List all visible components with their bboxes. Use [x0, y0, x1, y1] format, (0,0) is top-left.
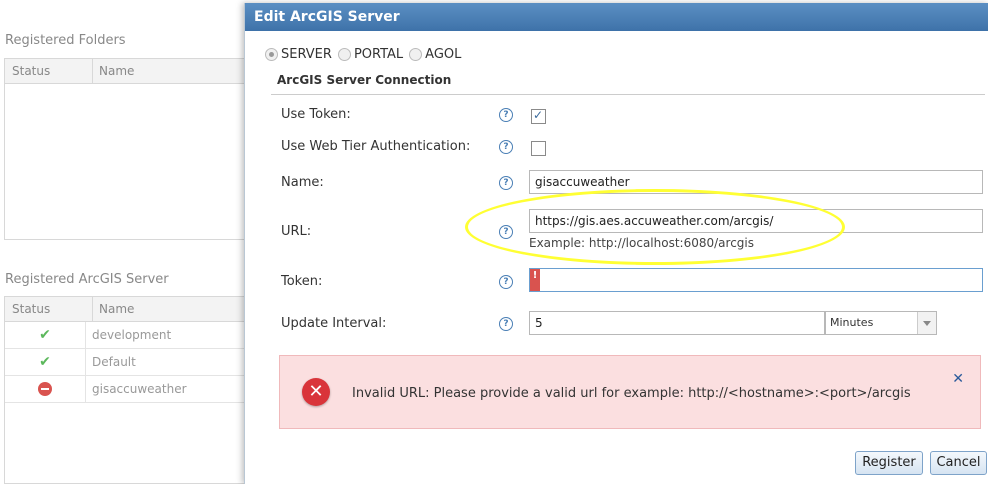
check-icon: ✔ — [39, 327, 51, 343]
token-field[interactable]: ! — [529, 268, 983, 292]
chevron-down-icon[interactable] — [917, 312, 936, 334]
col-status[interactable]: Status — [5, 59, 93, 83]
update-interval-field[interactable]: 5 — [529, 311, 825, 335]
help-icon[interactable]: ? — [499, 275, 513, 289]
error-message-box: ✕ Invalid URL: Please provide a valid ur… — [279, 355, 981, 429]
no-entry-icon — [38, 382, 52, 396]
folders-grid: Status Name — [4, 58, 256, 240]
interval-unit-select[interactable]: Minutes — [825, 311, 937, 335]
token-label: Token: — [281, 274, 323, 289]
check-icon: ✔ — [39, 354, 51, 370]
url-example: Example: http://localhost:6080/arcgis — [529, 236, 754, 250]
url-field[interactable]: https://gis.aes.accuweather.com/arcgis/ — [529, 209, 983, 233]
folders-grid-header: Status Name — [5, 59, 255, 84]
col-name[interactable]: Name — [93, 297, 134, 321]
error-message: Invalid URL: Please provide a valid url … — [352, 386, 911, 401]
col-status[interactable]: Status — [5, 297, 93, 321]
radio-agol-label[interactable]: AGOL — [425, 47, 461, 62]
table-row[interactable]: gisaccuweather — [5, 376, 255, 403]
table-row[interactable]: ✔ Default — [5, 349, 255, 376]
error-icon: ✕ — [302, 378, 330, 406]
dialog-title[interactable]: Edit ArcGIS Server — [245, 3, 988, 31]
help-icon[interactable]: ? — [499, 176, 513, 190]
help-icon[interactable]: ? — [499, 225, 513, 239]
servers-grid-header: Status Name — [5, 297, 255, 322]
radio-portal[interactable] — [337, 48, 351, 61]
server-type-radio-group: SERVER PORTAL AGOL — [265, 47, 467, 62]
cancel-button[interactable]: Cancel — [930, 451, 987, 475]
use-token-checkbox[interactable] — [531, 108, 546, 124]
edit-server-dialog: Edit ArcGIS Server SERVER PORTAL AGOL Ar… — [244, 3, 988, 484]
section-title: ArcGIS Server Connection — [277, 73, 452, 87]
servers-grid: Status Name ✔ development ✔ Default gisa… — [4, 296, 256, 484]
section-divider — [271, 94, 985, 95]
name-label: Name: — [281, 175, 324, 190]
server-name: development — [92, 328, 172, 342]
use-token-label: Use Token: — [281, 107, 351, 122]
help-icon[interactable]: ? — [499, 140, 513, 154]
name-field[interactable]: gisaccuweather — [529, 170, 983, 194]
radio-server-label[interactable]: SERVER — [281, 47, 332, 62]
table-row[interactable]: ✔ development — [5, 322, 255, 349]
server-name: Default — [92, 355, 136, 369]
use-web-tier-checkbox[interactable] — [531, 141, 546, 156]
field-error-marker: ! — [530, 269, 540, 291]
interval-unit-value: Minutes — [830, 316, 874, 329]
server-name: gisaccuweather — [92, 382, 187, 396]
help-icon[interactable]: ? — [499, 317, 513, 331]
close-icon[interactable]: ✕ — [952, 371, 964, 387]
radio-portal-label[interactable]: PORTAL — [354, 47, 403, 62]
registered-folders-title: Registered Folders — [5, 33, 126, 48]
radio-agol[interactable] — [409, 48, 423, 61]
use-web-tier-label: Use Web Tier Authentication: — [281, 139, 471, 154]
register-button[interactable]: Register — [855, 451, 923, 475]
registered-servers-title: Registered ArcGIS Server — [5, 272, 169, 287]
col-name[interactable]: Name — [93, 59, 134, 83]
update-interval-label: Update Interval: — [281, 316, 387, 331]
help-icon[interactable]: ? — [499, 108, 513, 122]
radio-server[interactable] — [265, 48, 278, 61]
url-label: URL: — [281, 224, 312, 239]
